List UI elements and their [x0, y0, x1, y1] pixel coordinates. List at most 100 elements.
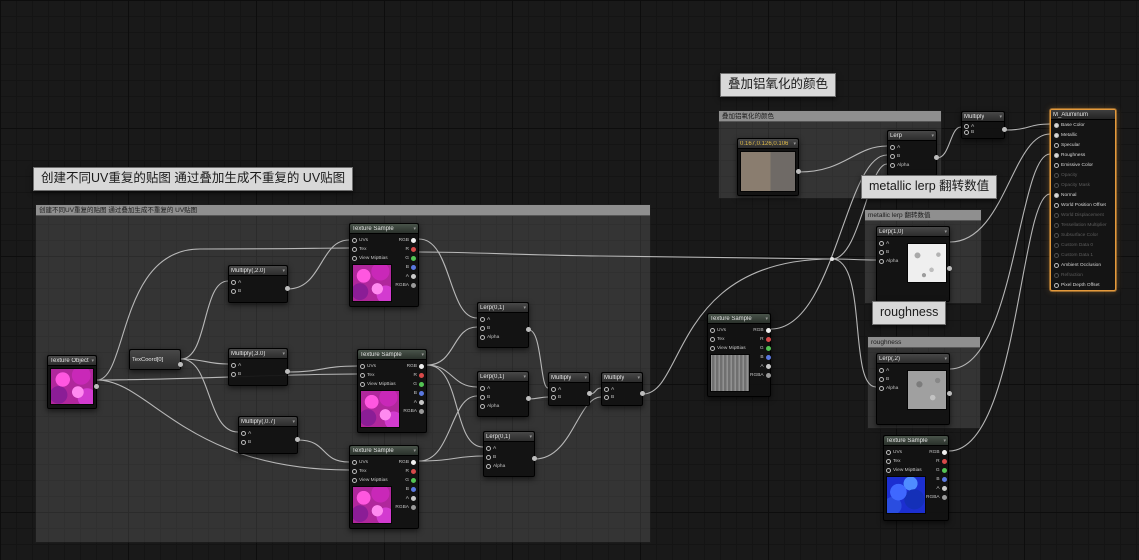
- pin-a[interactable]: [890, 145, 895, 150]
- node-texcoord[interactable]: TexCoord[0]: [129, 349, 183, 370]
- collapse-arrow-icon[interactable]: ▾: [584, 375, 587, 381]
- collapse-arrow-icon[interactable]: ▾: [282, 268, 285, 274]
- node-material-output[interactable]: M_Aluminum Base Color Metallic Specular Roug…: [1050, 109, 1116, 291]
- pin-b[interactable]: [231, 372, 236, 377]
- pin-metallic[interactable]: [1054, 132, 1059, 138]
- pin-tex[interactable]: [352, 247, 357, 252]
- pin-b[interactable]: [480, 395, 485, 400]
- collapse-arrow-icon[interactable]: ▾: [282, 351, 285, 357]
- pin-specular[interactable]: [1054, 142, 1059, 148]
- pin-rgb[interactable]: [941, 450, 947, 455]
- comment-bubble-oxide-color[interactable]: 叠加铝氧化的颜色: [720, 73, 837, 97]
- pin-a[interactable]: [241, 431, 246, 436]
- pin-uvs[interactable]: [352, 238, 357, 243]
- node-texture-sample-normal[interactable]: Texture Sample ▾ UVs Tex View MipBias RGB R G B A…: [883, 435, 949, 521]
- node-multiply-uv-1[interactable]: Multiply(,2.0) ▾ A B: [228, 265, 290, 303]
- pin-tex[interactable]: [886, 459, 891, 464]
- pin-view-mipbias[interactable]: [352, 256, 357, 261]
- pin-b[interactable]: [604, 395, 609, 401]
- pin-view-mipbias[interactable]: [360, 382, 365, 387]
- pin-output[interactable]: [295, 437, 300, 442]
- pin-view-mipbias[interactable]: [352, 478, 357, 483]
- pin-a[interactable]: [604, 386, 609, 392]
- pin-output[interactable]: [526, 327, 531, 332]
- pin-r[interactable]: [419, 373, 424, 378]
- node-lerp-2[interactable]: Lerp(0,1) ▾ A B Alpha: [477, 371, 531, 417]
- collapse-arrow-icon[interactable]: ▾: [793, 141, 796, 147]
- pin-rgb[interactable]: [411, 238, 416, 243]
- pin-b[interactable]: [890, 154, 895, 159]
- pin-a[interactable]: [879, 241, 884, 246]
- pin-output[interactable]: [934, 155, 939, 160]
- node-lerp-basecolor[interactable]: Lerp ▾ A B Alpha: [887, 130, 939, 176]
- pin-r[interactable]: [941, 459, 947, 464]
- pin-ambient-occlusion[interactable]: [1054, 262, 1059, 268]
- pin-uvs[interactable]: [710, 328, 715, 333]
- pin-a[interactable]: [879, 368, 884, 373]
- pin-view-mipbias[interactable]: [710, 346, 715, 351]
- pin-a[interactable]: [480, 386, 485, 391]
- pin-rgba[interactable]: [411, 283, 416, 288]
- node-lerp-roughness[interactable]: Lerp(,2) ▾ A B Alpha: [876, 353, 952, 425]
- pin-refraction[interactable]: [1054, 272, 1059, 278]
- pin-output[interactable]: [532, 456, 537, 461]
- pin-g[interactable]: [411, 478, 416, 483]
- node-lerp-1[interactable]: Lerp(0,1) ▾ A B Alpha: [477, 302, 531, 348]
- pin-r[interactable]: [411, 469, 416, 474]
- collapse-arrow-icon[interactable]: ▾: [765, 316, 768, 322]
- pin-rgba[interactable]: [419, 409, 424, 414]
- pin-uvs[interactable]: [886, 450, 891, 455]
- pin-base-color[interactable]: [1054, 122, 1059, 128]
- pin-output[interactable]: [178, 361, 183, 367]
- pin-view-mipbias[interactable]: [886, 468, 891, 473]
- pin-b[interactable]: [419, 391, 424, 396]
- pin-alpha[interactable]: [890, 163, 895, 168]
- pin-a[interactable]: [411, 496, 416, 501]
- pin-a[interactable]: [551, 386, 556, 392]
- pin-rgba[interactable]: [411, 505, 416, 510]
- pin-output[interactable]: [947, 391, 952, 396]
- pin-alpha[interactable]: [879, 259, 884, 264]
- pin-a[interactable]: [411, 274, 416, 279]
- pin-b[interactable]: [231, 289, 236, 294]
- pin-b[interactable]: [941, 477, 947, 482]
- pin-b[interactable]: [486, 455, 491, 460]
- pin-b[interactable]: [879, 377, 884, 382]
- pin-g[interactable]: [765, 346, 771, 351]
- pin-a[interactable]: [419, 400, 424, 405]
- pin-output[interactable]: [94, 384, 99, 389]
- node-multiply-uv-2[interactable]: Multiply(,3.0) ▾ A B: [228, 348, 290, 386]
- pin-r[interactable]: [411, 247, 416, 252]
- pin-output[interactable]: [285, 286, 290, 291]
- pin-rgba[interactable]: [765, 373, 771, 378]
- pin-output[interactable]: [587, 391, 592, 396]
- pin-tessellation-multiplier[interactable]: [1054, 222, 1059, 228]
- pin-alpha[interactable]: [480, 404, 485, 409]
- collapse-arrow-icon[interactable]: ▾: [529, 434, 532, 440]
- pin-normal[interactable]: [1054, 192, 1059, 198]
- pin-g[interactable]: [419, 382, 424, 387]
- node-texture-sample-3[interactable]: Texture Sample ▾ UVs Tex View MipBias RGB R G B A…: [349, 445, 419, 529]
- pin-custom-data-1[interactable]: [1054, 252, 1059, 258]
- collapse-arrow-icon[interactable]: ▾: [413, 448, 416, 454]
- pin-rgba[interactable]: [941, 495, 947, 500]
- pin-uvs[interactable]: [352, 460, 357, 465]
- pin-output[interactable]: [640, 391, 645, 396]
- pin-output[interactable]: [796, 169, 801, 174]
- node-texture-sample-metal[interactable]: Texture Sample ▾ UVs Tex View MipBias RGB R G B A…: [707, 313, 771, 397]
- pin-a[interactable]: [231, 363, 236, 368]
- comment-bubble-roughness[interactable]: roughness: [872, 301, 947, 325]
- pin-opacity[interactable]: [1054, 172, 1059, 178]
- node-lerp-metallic[interactable]: Lerp(1,0) ▾ A B Alpha: [876, 226, 952, 302]
- pin-world-displacement[interactable]: [1054, 212, 1059, 218]
- collapse-arrow-icon[interactable]: ▾: [421, 352, 424, 358]
- pin-alpha[interactable]: [879, 386, 884, 391]
- pin-output[interactable]: [526, 396, 531, 401]
- pin-b[interactable]: [879, 250, 884, 255]
- pin-tex[interactable]: [710, 337, 715, 342]
- node-multiply-uv-3[interactable]: Multiply(,0.7) ▾ A B: [238, 416, 300, 454]
- pin-roughness[interactable]: [1054, 152, 1059, 158]
- pin-opacity-mask[interactable]: [1054, 182, 1059, 188]
- pin-r[interactable]: [765, 337, 771, 342]
- pin-b[interactable]: [411, 487, 416, 492]
